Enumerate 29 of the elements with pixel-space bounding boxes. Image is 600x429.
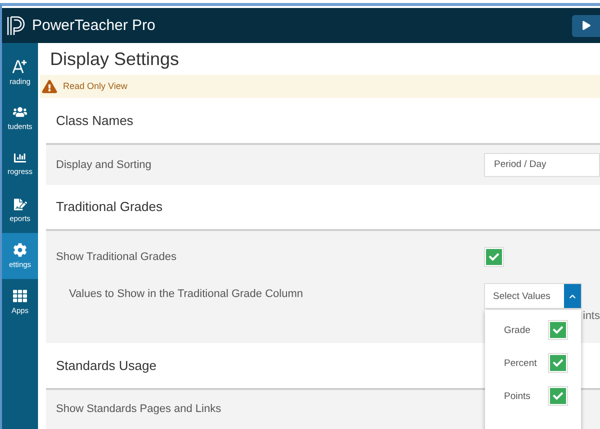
play-button[interactable]: [572, 14, 600, 36]
check-icon: [553, 358, 563, 368]
settings-icon: [13, 243, 27, 257]
apps-grid-icon: [13, 289, 27, 303]
option-label: Percent: [504, 358, 538, 369]
multi-select-field[interactable]: Select Values: [484, 283, 582, 310]
option-label: Grade: [504, 324, 532, 336]
checkbox[interactable]: [548, 353, 568, 374]
checkbox[interactable]: [484, 247, 504, 268]
app-title: PowerTeacher Pro: [32, 17, 156, 34]
checkbox[interactable]: [548, 386, 568, 406]
settings-row: Display and Sorting Period / Day: [46, 144, 600, 185]
selected-values-text: ints: [582, 310, 600, 322]
page-title: Display Settings: [49, 48, 180, 71]
check-icon: [553, 325, 563, 336]
bar-chart-icon: [14, 152, 26, 164]
dropdown-field[interactable]: Period / Day: [484, 152, 600, 177]
document-icon: [14, 198, 26, 210]
option-label: Points: [504, 390, 532, 402]
checkbox[interactable]: [548, 320, 568, 340]
play-icon: [582, 21, 590, 30]
check-icon: [489, 252, 499, 262]
check-icon: [553, 391, 563, 402]
logo-icon: [6, 14, 26, 36]
notice-banner: Read Only View: [40, 75, 600, 98]
grade-icon: [12, 58, 28, 74]
people-icon: [13, 105, 27, 119]
warning-icon: [42, 78, 57, 94]
caret-icon[interactable]: [564, 284, 581, 308]
